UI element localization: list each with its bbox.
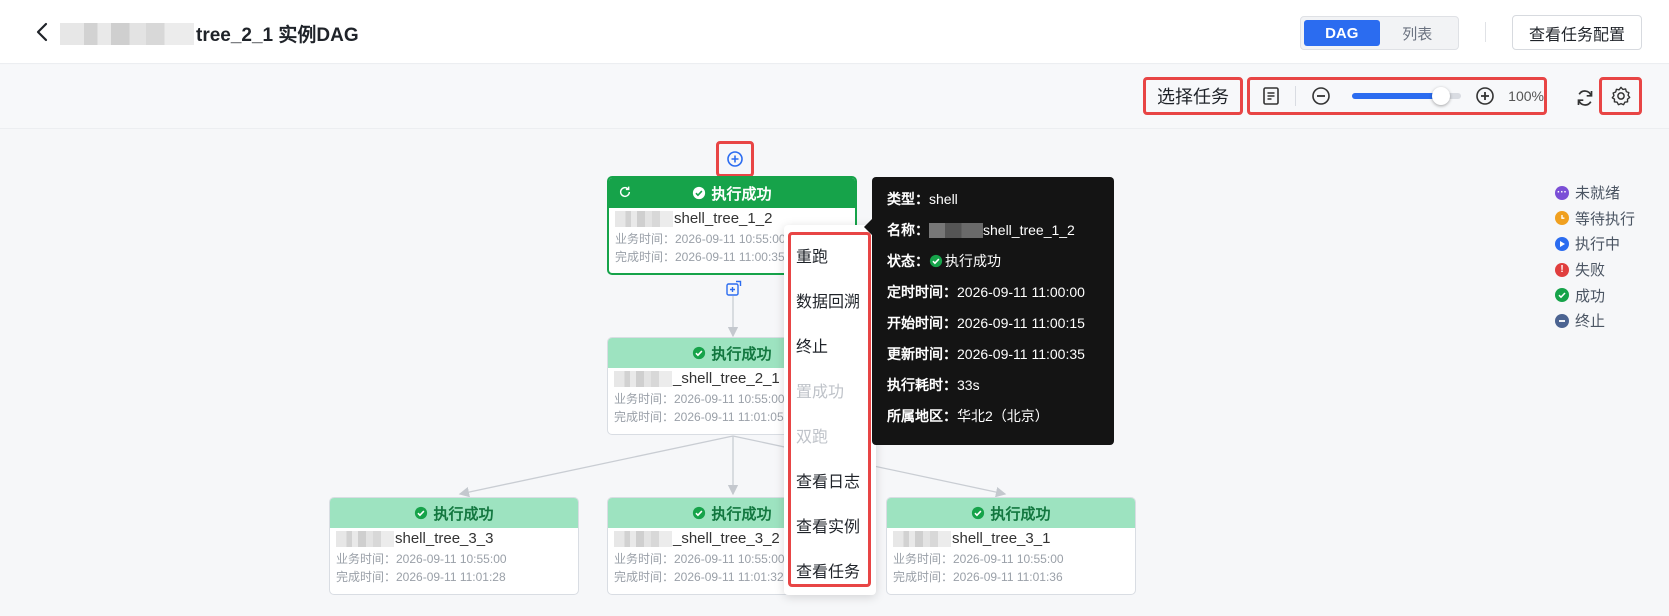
node-detail-tooltip: 类型： shell 名称： shell_tree_1_2 状态： 执行成功 定时时间… [864,177,1114,445]
redacted-name-prefix [336,530,394,547]
node-name: _shell_tree_2_1 [673,370,780,387]
tip-status-value: 执行成功 [945,253,1001,269]
page-header: tree_2_1 实例DAG DAG 列表 查看任务配置 [0,0,1669,64]
redacted-name-prefix [614,530,672,547]
zoom-in-icon[interactable] [1475,85,1496,107]
zoom-slider-handle[interactable] [1432,87,1451,105]
view-task-config-button[interactable]: 查看任务配置 [1512,15,1642,50]
check-circle-icon [415,506,428,520]
node-status-header: 执行成功 [330,498,578,528]
node-finish-time: 完成时间：2026-09-11 11:01:28 [336,570,506,584]
node-finish-time: 完成时间：2026-09-11 11:01:36 [893,570,1063,584]
zoom-out-icon[interactable] [1310,85,1331,107]
ellipsis-icon: ··· [1555,185,1569,200]
tab-list[interactable]: 列表 [1380,20,1456,46]
dag-toolbar: 选择任务 100% [0,65,1669,129]
back-arrow-icon[interactable] [34,22,52,42]
legend-waiting: 等待执行 [1555,206,1635,232]
tip-duration-label: 执行耗时： [887,377,957,393]
zoom-slider-fill [1351,93,1442,99]
node-status-header: 执行成功 [609,178,855,208]
tip-region-value: 华北2（北京） [957,408,1049,424]
clock-icon [1555,211,1569,226]
refresh-icon[interactable] [1574,87,1596,109]
node-status: 执行成功 [711,185,772,203]
tip-type-label: 类型： [887,191,929,207]
node-business-time: 业务时间：2026-09-11 10:55:00 [336,552,507,566]
node-name: shell_tree_1_2 [674,210,773,227]
check-circle-icon [929,254,943,268]
node-name: shell_tree_3_1 [952,530,1051,547]
rerun-icon[interactable] [618,185,632,199]
zoom-slider[interactable] [1351,87,1461,105]
settings-button[interactable] [1599,77,1642,115]
page-title: tree_2_1 实例DAG [60,20,359,47]
check-circle-icon [693,186,706,200]
play-icon [1555,236,1569,251]
tab-dag[interactable]: DAG [1304,20,1380,46]
tip-update-value: 2026-09-11 11:00:35 [957,346,1085,362]
check-circle-icon [693,506,706,520]
minus-icon [1555,313,1569,328]
redacted-name-prefix [614,370,672,387]
tip-status-label: 状态： [887,253,929,269]
plus-circle-icon [727,151,743,167]
view-switch: DAG 列表 [1300,16,1459,50]
page-title-text: tree_2_1 实例DAG [196,25,359,46]
select-task-label: 选择任务 [1157,87,1229,107]
dag-node-shell-tree-3-1[interactable]: 执行成功 shell_tree_3_1 业务时间：2026-09-11 10:5… [886,497,1136,595]
legend-not-ready: ··· 未就绪 [1555,185,1621,203]
legend-terminated: 终止 [1555,308,1635,334]
menu-highlight [788,232,871,587]
tip-start-value: 2026-09-11 11:00:15 [957,315,1085,331]
gear-icon [1611,86,1630,106]
check-circle-icon [972,506,985,520]
status-legend: ··· 未就绪 等待执行 执行中 ! 失败 成功 终止 [1555,180,1635,334]
redacted-name-prefix [893,530,951,547]
check-icon [1555,288,1569,303]
zoom-level: 100% [1508,88,1544,104]
tip-update-label: 更新时间： [887,346,957,362]
redacted-prefix [60,22,194,45]
node-name: _shell_tree_3_2 [673,530,780,547]
node-status: 执行成功 [990,505,1051,523]
tip-start-label: 开始时间： [887,315,957,331]
legend-failed: ! 失败 [1555,257,1635,283]
tip-scheduled-label: 定时时间： [887,284,957,300]
edge-2-5 [458,435,734,498]
add-downstream-icon[interactable] [724,280,742,298]
tip-duration-value: 33s [957,377,980,393]
node-name: shell_tree_3_3 [395,530,494,547]
dag-node-shell-tree-3-3[interactable]: 执行成功 shell_tree_3_3 业务时间：2026-09-11 10:5… [329,497,579,595]
zoom-controls: 100% [1247,77,1547,115]
node-business-time: 业务时间：2026-09-11 10:55:00 [893,552,1064,566]
redacted-name-prefix [615,210,673,227]
node-status: 执行成功 [433,505,494,523]
legend-running: 执行中 [1555,231,1635,257]
tip-name-value: shell_tree_1_2 [983,222,1075,238]
redacted-name-prefix [929,222,983,238]
node-status: 执行成功 [711,345,772,363]
tip-region-label: 所属地区： [887,408,957,424]
legend-success: 成功 [1555,282,1635,308]
exclamation-icon: ! [1555,262,1569,277]
tip-scheduled-value: 2026-09-11 11:00:00 [957,284,1085,300]
toolbar-divider [1295,86,1297,106]
header-divider [1485,22,1486,42]
fit-view-icon[interactable] [1260,85,1281,107]
add-upstream-button[interactable] [716,141,754,177]
node-status-header: 执行成功 [887,498,1135,528]
tip-name-label: 名称： [887,222,929,238]
select-task-button[interactable]: 选择任务 [1143,77,1243,115]
tip-type-value: shell [929,191,958,207]
node-status: 执行成功 [711,505,772,523]
check-circle-icon [693,346,706,360]
